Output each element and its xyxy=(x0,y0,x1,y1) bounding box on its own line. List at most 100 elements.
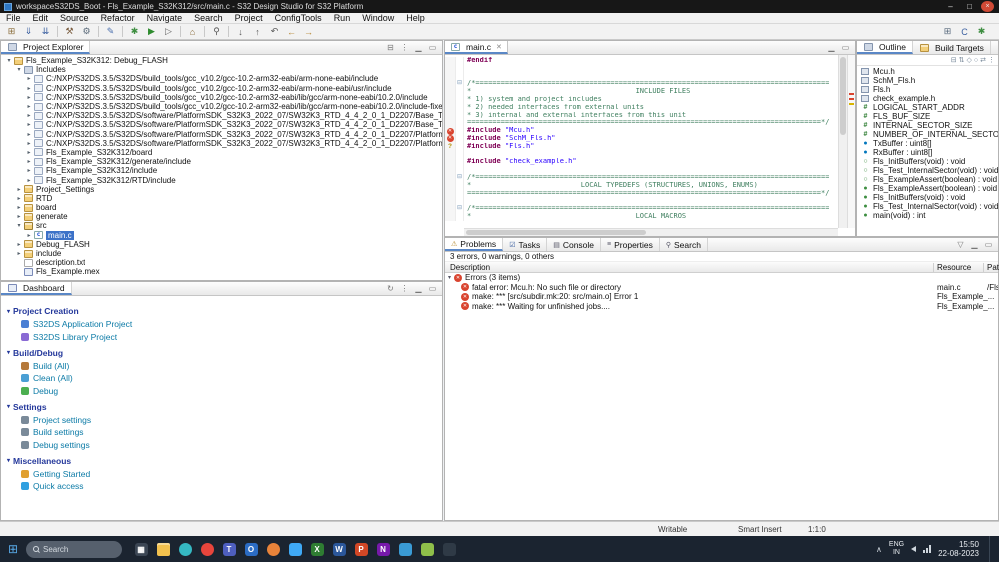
menu-help[interactable]: Help xyxy=(400,13,431,24)
search-icon[interactable]: ⚲ xyxy=(209,25,224,39)
taskbar-app-word[interactable]: W xyxy=(328,536,350,562)
scrollbar-thumb[interactable] xyxy=(840,57,846,135)
sort-icon[interactable]: ⇅ xyxy=(959,56,965,64)
tree-item[interactable]: description.txt xyxy=(1,258,442,267)
taskbar-app-excel[interactable]: X xyxy=(306,536,328,562)
expand-arrow-icon[interactable]: ▸ xyxy=(15,250,23,257)
code-line[interactable]: #include "Fls.h" xyxy=(464,143,534,151)
taskbar-app-terminal[interactable] xyxy=(438,536,460,562)
column-description[interactable]: Description xyxy=(450,263,490,272)
link-editor-icon[interactable]: ⇄ xyxy=(980,56,986,64)
taskbar-app-teams[interactable]: T xyxy=(218,536,240,562)
dashboard-link-s32ds-application-project[interactable]: S32DS Application Project xyxy=(21,319,436,329)
expand-arrow-icon[interactable]: ▸ xyxy=(25,131,33,138)
code-line[interactable]: /*======================================… xyxy=(464,205,829,213)
column-path[interactable]: Path xyxy=(987,263,999,272)
problems-group-row[interactable]: ▾✕Errors (3 items) xyxy=(445,273,998,283)
tree-item[interactable]: ▾Fls_Example_S32K312: Debug_FLASH xyxy=(1,56,442,65)
back-icon[interactable]: ← xyxy=(284,25,299,39)
collapse-arrow-icon[interactable]: ▾ xyxy=(445,274,454,281)
dashboard-section-settings[interactable]: ▾Settings xyxy=(7,402,436,412)
forward-icon[interactable]: → xyxy=(301,25,316,39)
code-line[interactable]: * LOCAL TYPEDEFS (STRUCTURES, UNIONS, EN… xyxy=(464,182,758,190)
scrollbar-thumb[interactable] xyxy=(466,230,646,235)
expand-arrow-icon[interactable]: ▸ xyxy=(15,186,23,193)
tab-project-explorer[interactable]: Project Explorer xyxy=(1,41,90,54)
outline-item-main[interactable]: ●main(void) : int xyxy=(857,211,998,220)
problem-row[interactable]: ✕fatal error: Mcu.h: No such file or dir… xyxy=(445,283,998,293)
editor-vertical-scrollbar[interactable] xyxy=(838,55,847,228)
expand-arrow-icon[interactable]: ▸ xyxy=(25,112,33,119)
build-all-icon[interactable]: ⚙ xyxy=(79,25,94,39)
menu-configtools[interactable]: ConfigTools xyxy=(269,13,328,24)
menu-edit[interactable]: Edit xyxy=(27,13,55,24)
taskbar-app-powerpoint[interactable]: P xyxy=(350,536,372,562)
tab-console[interactable]: ▤Console xyxy=(547,238,601,251)
open-perspective-icon[interactable]: ⊞ xyxy=(940,25,955,39)
hide-fields-icon[interactable]: ◇ xyxy=(967,56,972,64)
build-icon[interactable]: ⚒ xyxy=(62,25,77,39)
problem-row[interactable]: ✕make: *** [src/subdir.mk:20: src/main.o… xyxy=(445,292,998,302)
fold-collapse-icon[interactable]: ⊟ xyxy=(455,174,464,182)
dashboard-link-project-settings[interactable]: Project settings xyxy=(21,415,436,425)
dashboard-link-debug[interactable]: Debug xyxy=(21,386,436,396)
hidden-icons-chevron[interactable]: ∧ xyxy=(876,545,882,554)
tab-outline[interactable]: Outline xyxy=(857,41,913,54)
fold-collapse-icon[interactable]: ⊟ xyxy=(455,80,464,88)
menu-navigate[interactable]: Navigate xyxy=(141,13,189,24)
debug-icon[interactable]: ✱ xyxy=(127,25,142,39)
outline-item-txbuffer[interactable]: ●TxBuffer : uint8[] xyxy=(857,139,998,148)
outline-item-fls-test-internalsector[interactable]: ○Fls_Test_InternalSector(void) : void xyxy=(857,166,998,175)
taskbar-clock[interactable]: 15:50 22-08-2023 xyxy=(938,540,979,558)
menu-project[interactable]: Project xyxy=(229,13,269,24)
minimize-button[interactable]: – xyxy=(941,0,960,13)
maximize-view-icon[interactable]: ▭ xyxy=(983,240,994,249)
tree-item[interactable]: ▸Debug_FLASH xyxy=(1,240,442,249)
taskbar-app-notepadpp[interactable] xyxy=(416,536,438,562)
filter-icon[interactable]: ▽ xyxy=(955,240,966,249)
collapse-all-icon[interactable]: ⊟ xyxy=(951,56,957,64)
column-divider[interactable] xyxy=(983,263,984,272)
save-all-icon[interactable]: ⇊ xyxy=(38,25,53,39)
cpp-perspective-icon[interactable]: C xyxy=(957,25,972,39)
menu-search[interactable]: Search xyxy=(188,13,229,24)
section-collapse-icon[interactable]: ▾ xyxy=(7,457,10,464)
view-menu-icon[interactable]: ⋮ xyxy=(988,56,995,64)
tree-item[interactable]: ▸Fls_Example_S32K312/generate/include xyxy=(1,157,442,166)
maximize-view-icon[interactable]: ▭ xyxy=(427,284,438,293)
hide-static-icon[interactable]: ○ xyxy=(974,57,978,64)
error-tick[interactable] xyxy=(849,98,854,100)
outline-item-rxbuffer[interactable]: ●RxBuffer : uint8[] xyxy=(857,148,998,157)
view-menu-icon[interactable]: ⋮ xyxy=(399,284,410,293)
expand-arrow-icon[interactable]: ▸ xyxy=(25,121,33,128)
code-line[interactable]: #include "Mcu.h" xyxy=(464,127,534,135)
taskbar-app-task-view[interactable]: ▦ xyxy=(130,536,152,562)
menu-file[interactable]: File xyxy=(0,13,27,24)
expand-arrow-icon[interactable]: ▸ xyxy=(25,167,33,174)
tree-item[interactable]: ▸C:/NXP/S32DS.3.5/S32DS/software/Platfor… xyxy=(1,139,442,148)
taskbar-app-onenote[interactable]: N xyxy=(372,536,394,562)
next-annotation-icon[interactable]: ↓ xyxy=(233,25,248,39)
taskbar-app-outlook[interactable]: O xyxy=(240,536,262,562)
start-button[interactable]: ⊞ xyxy=(0,536,26,562)
section-collapse-icon[interactable]: ▾ xyxy=(7,308,10,315)
expand-arrow-icon[interactable]: ▸ xyxy=(25,103,33,110)
tree-item[interactable]: ▸Fls_Example_S32K312/include xyxy=(1,166,442,175)
dashboard-section-project-creation[interactable]: ▾Project Creation xyxy=(7,306,436,316)
minimize-view-icon[interactable]: ▁ xyxy=(826,43,837,52)
save-icon[interactable]: ⇓ xyxy=(21,25,36,39)
maximize-button[interactable]: □ xyxy=(960,0,979,13)
error-tick[interactable] xyxy=(849,93,854,95)
editor-horizontal-scrollbar[interactable] xyxy=(464,228,838,236)
taskbar-app-file-explorer[interactable] xyxy=(152,536,174,562)
taskbar-app-edge[interactable] xyxy=(174,536,196,562)
outline-item-mcu-h[interactable]: Mcu.h xyxy=(857,67,998,76)
menu-run[interactable]: Run xyxy=(328,13,357,24)
dashboard-section-build-debug[interactable]: ▾Build/Debug xyxy=(7,348,436,358)
dashboard-link-s32ds-library-project[interactable]: S32DS Library Project xyxy=(21,332,436,342)
tab-dashboard[interactable]: Dashboard xyxy=(1,282,72,295)
expand-arrow-icon[interactable]: ▸ xyxy=(15,204,23,211)
tree-item[interactable]: ▸C:/NXP/S32DS.3.5/S32DS/build_tools/gcc_… xyxy=(1,84,442,93)
tree-item[interactable]: Fls_Example.mex xyxy=(1,267,442,276)
taskbar-app-firefox[interactable] xyxy=(262,536,284,562)
